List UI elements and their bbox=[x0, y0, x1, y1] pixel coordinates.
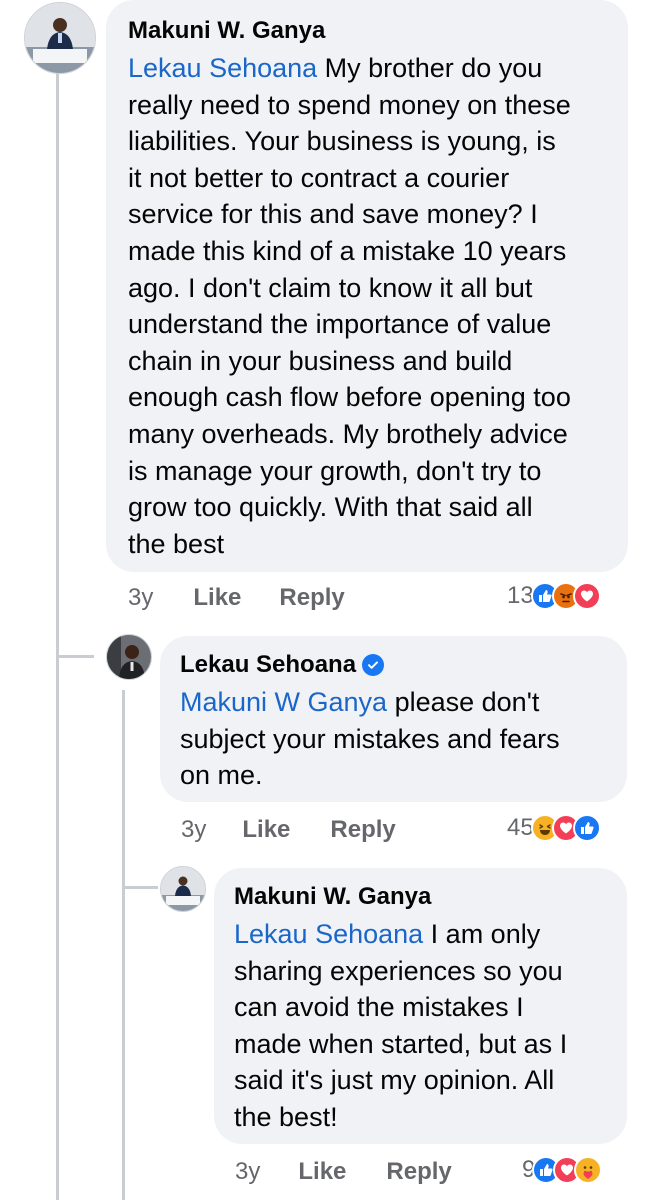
thread-line-nested bbox=[122, 690, 125, 1200]
comment-author[interactable]: Makuni W. Ganya bbox=[128, 16, 606, 46]
comment-actions: 3y Like Reply bbox=[181, 816, 396, 844]
comment-line: it not better to contract a courier bbox=[128, 162, 510, 193]
thread-line bbox=[56, 70, 59, 1200]
comment-line: sharing experiences so you bbox=[234, 955, 563, 986]
comment-line: made this kind of a mistake 10 years bbox=[128, 235, 567, 266]
reaction-summary[interactable]: 13 bbox=[507, 582, 601, 610]
reaction-count: 45 bbox=[507, 814, 534, 841]
comment-line: the best bbox=[128, 528, 225, 559]
comment-author[interactable]: Makuni W. Ganya bbox=[234, 882, 607, 912]
comment-line: chain in your business and build bbox=[128, 345, 513, 376]
timestamp[interactable]: 3y bbox=[181, 816, 206, 844]
avatar[interactable] bbox=[160, 866, 206, 912]
reply-button[interactable]: Reply bbox=[279, 584, 344, 612]
thumbs-up-icon bbox=[572, 814, 601, 842]
avatar[interactable] bbox=[24, 2, 96, 74]
author-name: Lekau Sehoana bbox=[180, 651, 357, 678]
heart-icon bbox=[572, 582, 601, 610]
comment-actions: 3y Like Reply bbox=[235, 1158, 452, 1186]
comment-text: Lekau Sehoana I am only sharing experien… bbox=[234, 916, 607, 1136]
comment-line: enough cash flow before opening too bbox=[128, 382, 571, 413]
verified-badge-icon bbox=[362, 654, 385, 676]
reply-bubble: Lekau Sehoana Makuni W Ganya please don'… bbox=[160, 636, 627, 802]
comment-line: grow too quickly. With that said all bbox=[128, 492, 533, 523]
mention-link[interactable]: Lekau Sehoana bbox=[234, 919, 423, 949]
comment-line: liabilities. Your business is young, is bbox=[128, 126, 556, 157]
comment-actions: 3y Like Reply bbox=[128, 584, 345, 612]
comment-line: please don't bbox=[387, 687, 540, 717]
avatar-photo bbox=[25, 3, 95, 73]
care-face-icon bbox=[574, 1156, 603, 1184]
comment-line: said it's just my opinion. All bbox=[234, 1065, 555, 1096]
mention-link[interactable]: Lekau Sehoana bbox=[128, 53, 317, 83]
avatar-photo bbox=[107, 635, 151, 679]
reply-bubble: Makuni W. Ganya Lekau Sehoana I am only … bbox=[214, 868, 627, 1144]
comment-line: understand the importance of value bbox=[128, 309, 552, 340]
comment-line: subject your mistakes and fears bbox=[180, 723, 560, 754]
like-button[interactable]: Like bbox=[193, 584, 241, 612]
comment-line: I am only bbox=[423, 919, 541, 949]
comment-line: My brother do you bbox=[317, 53, 543, 83]
reaction-summary[interactable]: 45 bbox=[507, 814, 601, 842]
reaction-summary[interactable]: 9 bbox=[522, 1156, 603, 1184]
comment-line: service for this and save money? I bbox=[128, 199, 538, 230]
avatar-photo bbox=[161, 867, 205, 911]
comment-line: many overheads. My brothely advice bbox=[128, 418, 568, 449]
avatar[interactable] bbox=[106, 634, 152, 680]
comment-line: can avoid the mistakes I bbox=[234, 992, 524, 1023]
reaction-count: 13 bbox=[507, 582, 534, 609]
thread-connector bbox=[122, 886, 158, 889]
comment-line: the best! bbox=[234, 1101, 338, 1132]
comment-bubble: Makuni W. Ganya Lekau Sehoana My brother… bbox=[106, 0, 628, 572]
comment-line: made when started, but as I bbox=[234, 1028, 568, 1059]
comment-line: on me. bbox=[180, 760, 263, 791]
timestamp[interactable]: 3y bbox=[128, 584, 153, 612]
like-button[interactable]: Like bbox=[242, 816, 290, 844]
reply-button[interactable]: Reply bbox=[330, 816, 395, 844]
comment-line: is manage your growth, don't try to bbox=[128, 455, 542, 486]
like-button[interactable]: Like bbox=[298, 1158, 346, 1186]
timestamp[interactable]: 3y bbox=[235, 1158, 260, 1186]
comment-line: really need to spend money on these bbox=[128, 89, 571, 120]
comment-line: ago. I don't claim to know it all but bbox=[128, 272, 533, 303]
comment-text: Lekau Sehoana My brother do you really n… bbox=[128, 50, 606, 562]
mention-link[interactable]: Makuni W Ganya bbox=[180, 687, 387, 717]
thread-connector bbox=[56, 655, 94, 658]
comment-author[interactable]: Lekau Sehoana bbox=[180, 650, 607, 680]
reply-button[interactable]: Reply bbox=[386, 1158, 451, 1186]
comment-text: Makuni W Ganya please don't subject your… bbox=[180, 684, 607, 794]
